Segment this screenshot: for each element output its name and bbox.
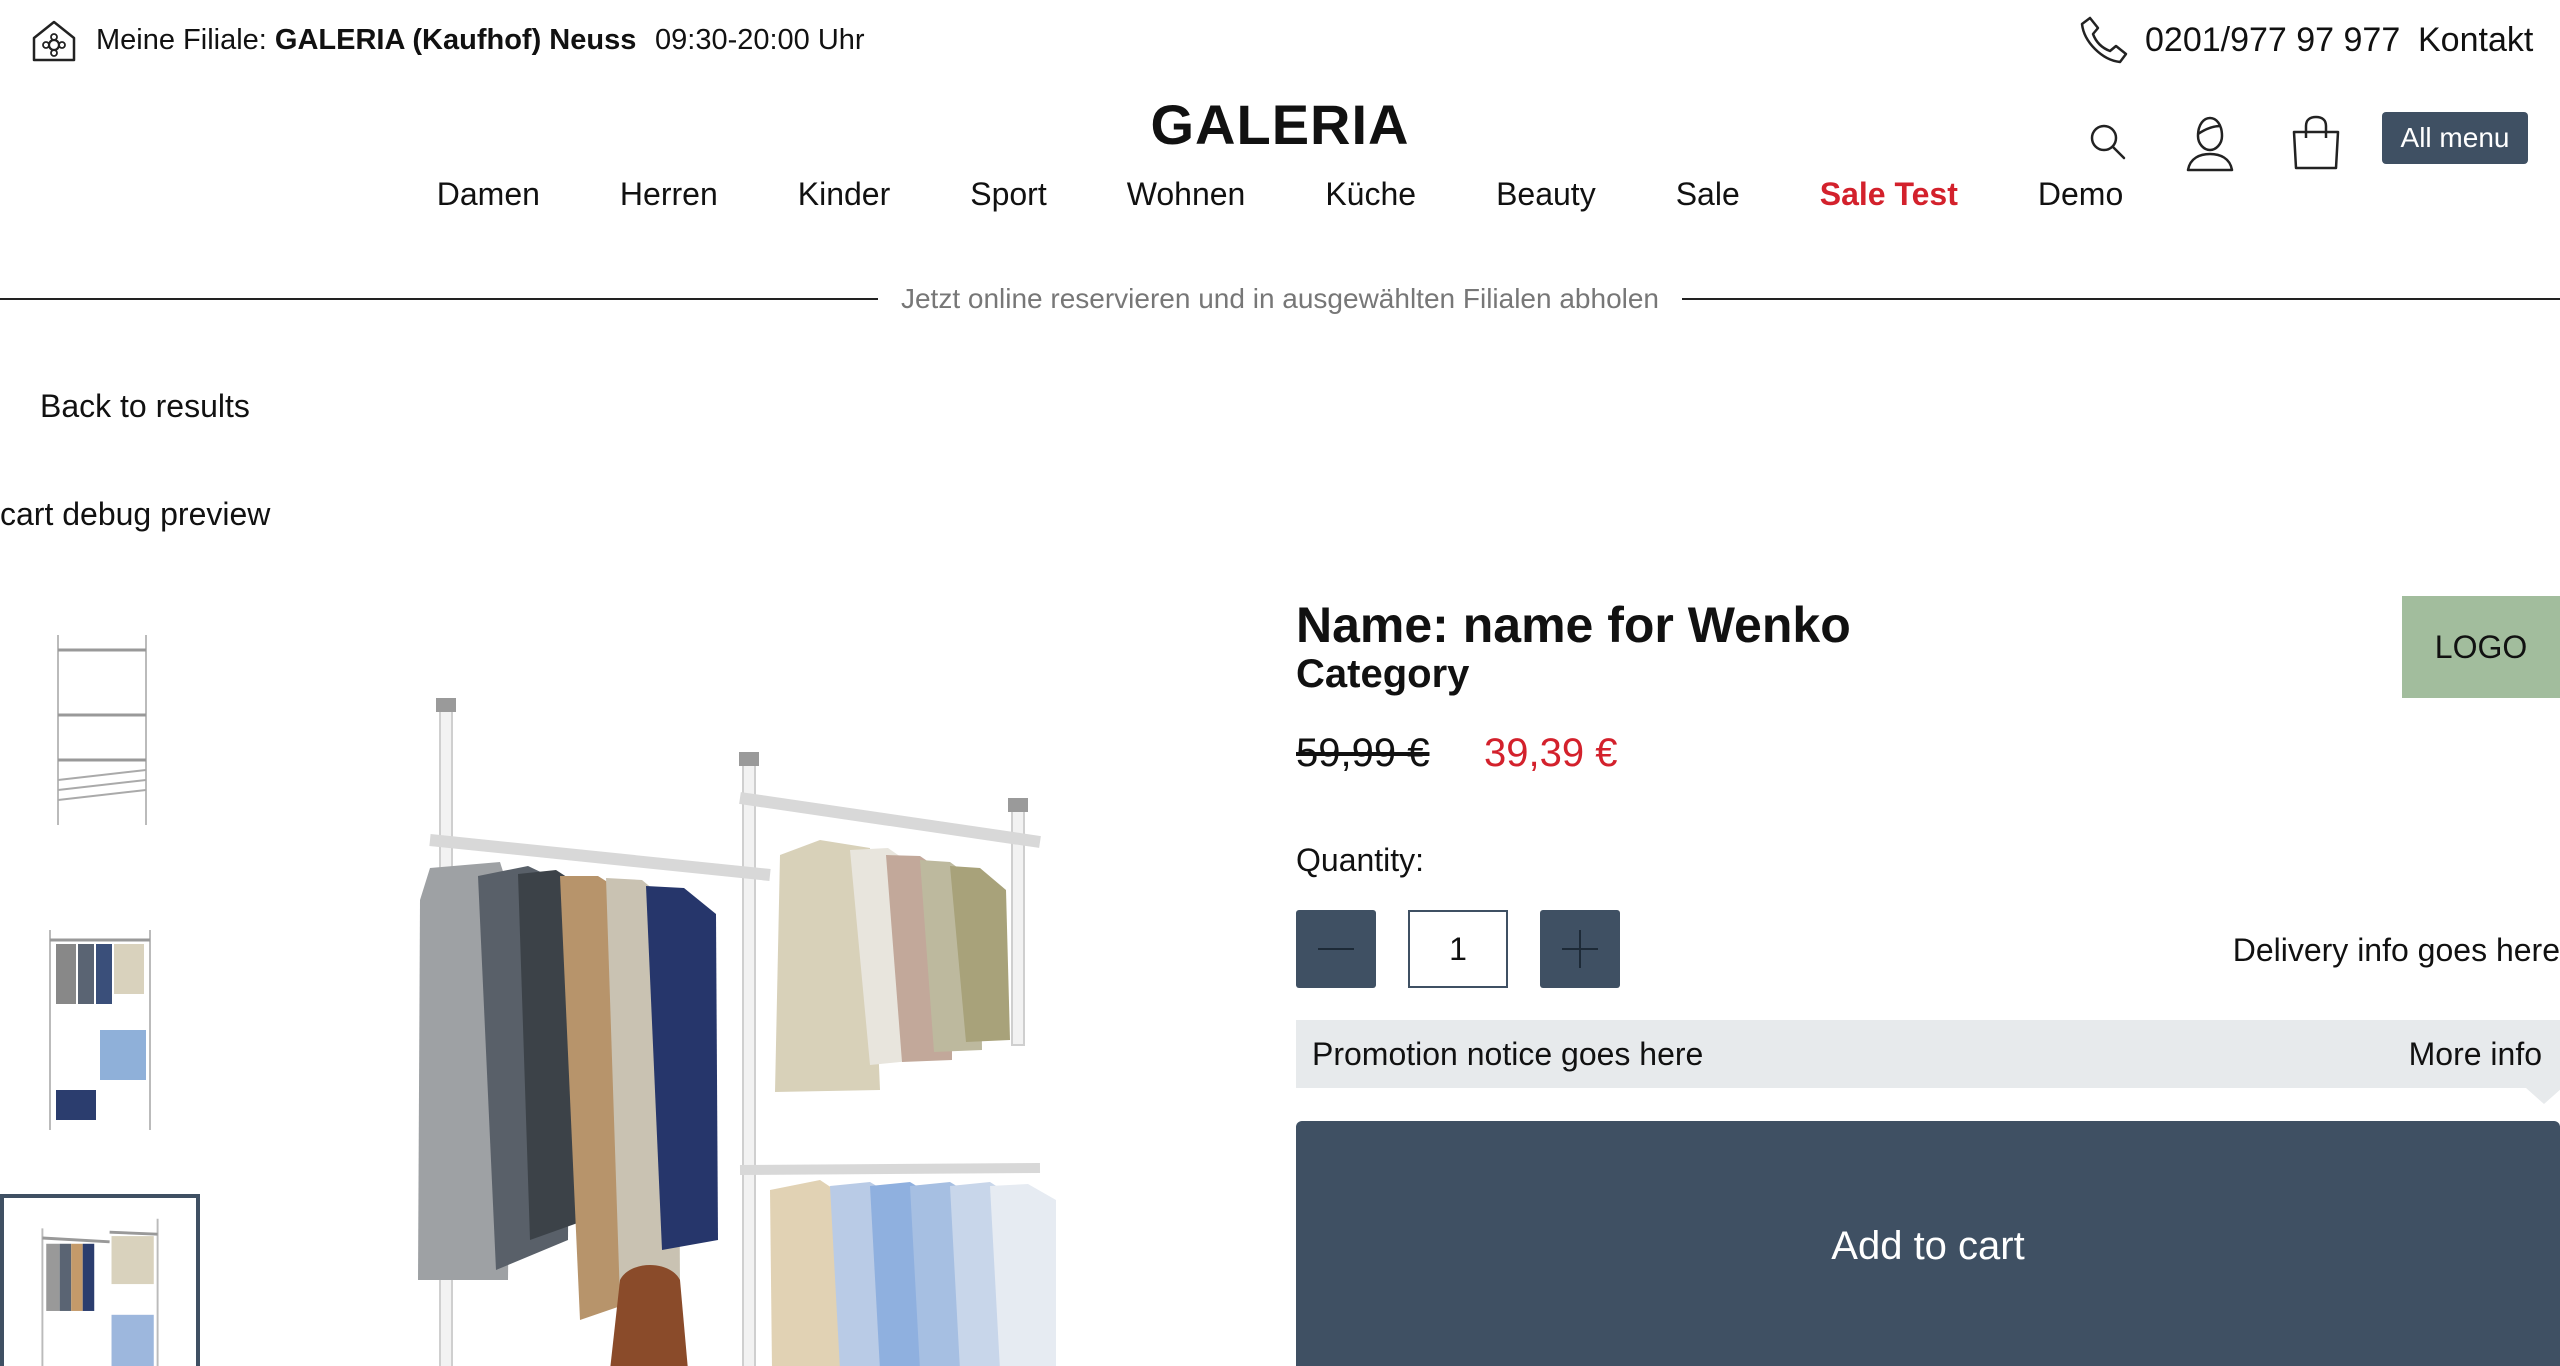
- back-to-results-link[interactable]: Back to results: [40, 386, 250, 426]
- quantity-input[interactable]: [1408, 910, 1508, 988]
- nav-item-damen[interactable]: Damen: [397, 172, 580, 216]
- promotion-text: Promotion notice goes here: [1312, 1036, 1704, 1072]
- store-hours: 09:30-20:00 Uhr: [655, 24, 865, 56]
- nav-item-sale-test[interactable]: Sale Test: [1780, 172, 1998, 216]
- phone-number[interactable]: 0201/977 97 977: [2145, 20, 2400, 60]
- store-prefix: Meine Filiale:: [96, 24, 275, 56]
- brand-logo-placeholder: LOGO: [2402, 596, 2560, 698]
- plus-icon: [1579, 930, 1581, 968]
- product-main-image[interactable]: [400, 680, 1120, 1366]
- shopping-bag-icon[interactable]: [2290, 114, 2342, 170]
- store-selector[interactable]: Meine Filiale: GALERIA (Kaufhof) Neuss: [96, 22, 636, 58]
- product-category: Category: [1296, 652, 1470, 696]
- nav-item-demo[interactable]: Demo: [1998, 172, 2163, 216]
- store-icon[interactable]: [30, 18, 78, 64]
- nav-item-sport[interactable]: Sport: [930, 172, 1086, 216]
- price-sale: 39,39 €: [1484, 731, 1618, 775]
- promotion-notice: Promotion notice goes here More info: [1296, 1020, 2560, 1104]
- all-menu-button[interactable]: All menu: [2382, 112, 2528, 164]
- main-nav: Damen Herren Kinder Sport Wohnen Küche B…: [0, 172, 2560, 216]
- search-icon[interactable]: [2088, 118, 2128, 164]
- phone-icon: [2080, 16, 2128, 64]
- product-thumbnail[interactable]: [0, 620, 200, 840]
- more-info-link[interactable]: More info: [2409, 1034, 2542, 1074]
- price-original: 59,99 €: [1296, 731, 1430, 775]
- nav-item-wohnen[interactable]: Wohnen: [1087, 172, 1286, 216]
- quantity-decrease-button[interactable]: [1296, 910, 1376, 988]
- nav-item-sale[interactable]: Sale: [1636, 172, 1780, 216]
- product-thumbnail[interactable]: [0, 920, 200, 1140]
- nav-item-kueche[interactable]: Küche: [1285, 172, 1456, 216]
- promotion-caret: [2526, 1088, 2560, 1104]
- product-thumbnail-selected[interactable]: [0, 1194, 200, 1366]
- delivery-info: Delivery info goes here: [2232, 932, 2560, 968]
- nav-item-herren[interactable]: Herren: [580, 172, 758, 216]
- debug-preview-text: cart debug preview: [0, 496, 271, 532]
- brand-logo[interactable]: GALERIA: [0, 92, 2560, 158]
- add-to-cart-button[interactable]: Add to cart: [1296, 1121, 2560, 1366]
- divider-right: [1682, 298, 2560, 300]
- contact-link[interactable]: Kontakt: [2418, 20, 2533, 60]
- reservation-banner: Jetzt online reservieren und in ausgewäh…: [0, 280, 2560, 320]
- nav-item-beauty[interactable]: Beauty: [1456, 172, 1636, 216]
- user-icon[interactable]: [2182, 114, 2238, 172]
- store-name: GALERIA (Kaufhof) Neuss: [274, 24, 637, 56]
- quantity-increase-button[interactable]: [1540, 910, 1620, 988]
- product-name: Name: name for Wenko: [1296, 597, 1851, 653]
- nav-item-kinder[interactable]: Kinder: [758, 172, 931, 216]
- quantity-label: Quantity:: [1296, 842, 1425, 878]
- minus-icon: [1318, 948, 1354, 950]
- top-bar: Meine Filiale: GALERIA (Kaufhof) Neuss 0…: [0, 0, 2560, 80]
